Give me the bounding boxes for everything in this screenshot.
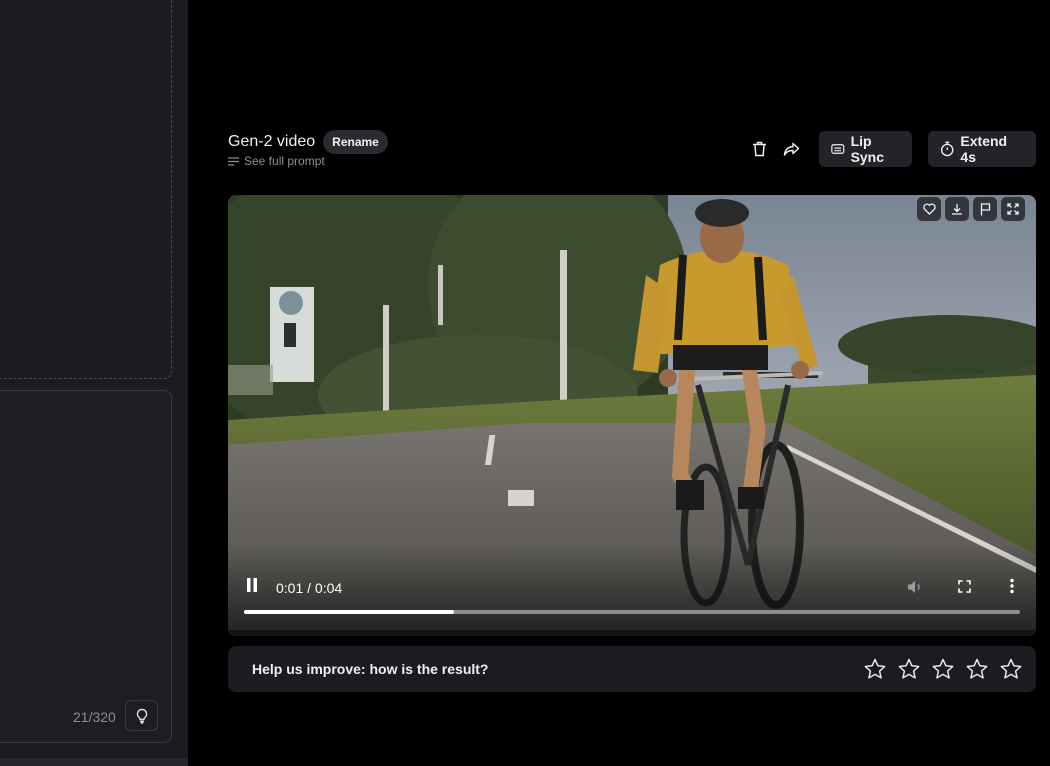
extend-label: Extend 4s [960,133,1008,165]
left-panel: 21/320 [0,0,188,766]
share-arrow-icon [783,142,799,156]
video-player[interactable]: 0:01 / 0:04 [228,195,1036,635]
see-full-prompt-link[interactable]: See full prompt [228,154,325,168]
trash-icon [752,141,766,157]
playback-time: 0:01 / 0:04 [276,580,342,596]
stopwatch-icon [940,141,954,157]
pause-icon[interactable] [246,578,258,592]
flag-icon [980,202,990,215]
star-icon-5[interactable] [999,657,1023,681]
feedback-bar: Help us improve: how is the result? [228,646,1036,692]
text-lines-icon [228,156,239,166]
heart-icon [922,203,936,215]
time-separator: / [303,580,315,596]
rename-button[interactable]: Rename [323,130,388,154]
report-button[interactable] [973,197,997,221]
player-bottom-edge [228,630,1036,636]
expand-icon [1007,203,1019,215]
left-panel-footer [0,758,188,766]
prompt-textarea[interactable] [0,390,172,743]
lightbulb-icon [136,708,147,724]
prompt-tips-button[interactable] [125,700,158,731]
star-icon-2[interactable] [897,657,921,681]
more-options-icon[interactable] [1008,578,1016,594]
expand-button[interactable] [1001,197,1025,221]
lip-sync-icon [831,144,845,154]
app-page: 21/320 Gen-2 video Rename See full promp… [0,0,1050,766]
star-icon-3[interactable] [931,657,955,681]
extend-button[interactable]: Extend 4s [928,131,1036,167]
fullscreen-icon[interactable] [958,580,971,593]
lip-sync-label: Lip Sync [850,133,885,165]
duration: 0:04 [314,580,343,596]
video-title-row: Gen-2 video Rename [228,130,388,154]
star-rating [863,657,1023,681]
favorite-button[interactable] [917,197,941,221]
player-top-actions [917,197,1025,221]
download-button[interactable] [945,197,969,221]
progress-bar[interactable] [244,610,1020,614]
share-button[interactable] [779,137,803,161]
lip-sync-button[interactable]: Lip Sync [819,131,912,167]
feedback-prompt: Help us improve: how is the result? [252,661,489,677]
volume-icon[interactable] [907,579,923,595]
current-time: 0:01 [276,580,304,596]
see-full-prompt-label: See full prompt [244,154,325,168]
star-icon-4[interactable] [965,657,989,681]
delete-button[interactable] [747,137,771,161]
progress-bar-fill [244,610,454,614]
video-title: Gen-2 video [228,133,316,150]
character-count: 21/320 [73,709,116,725]
star-icon-1[interactable] [863,657,887,681]
download-icon [952,204,962,215]
image-upload-area[interactable] [0,0,172,379]
